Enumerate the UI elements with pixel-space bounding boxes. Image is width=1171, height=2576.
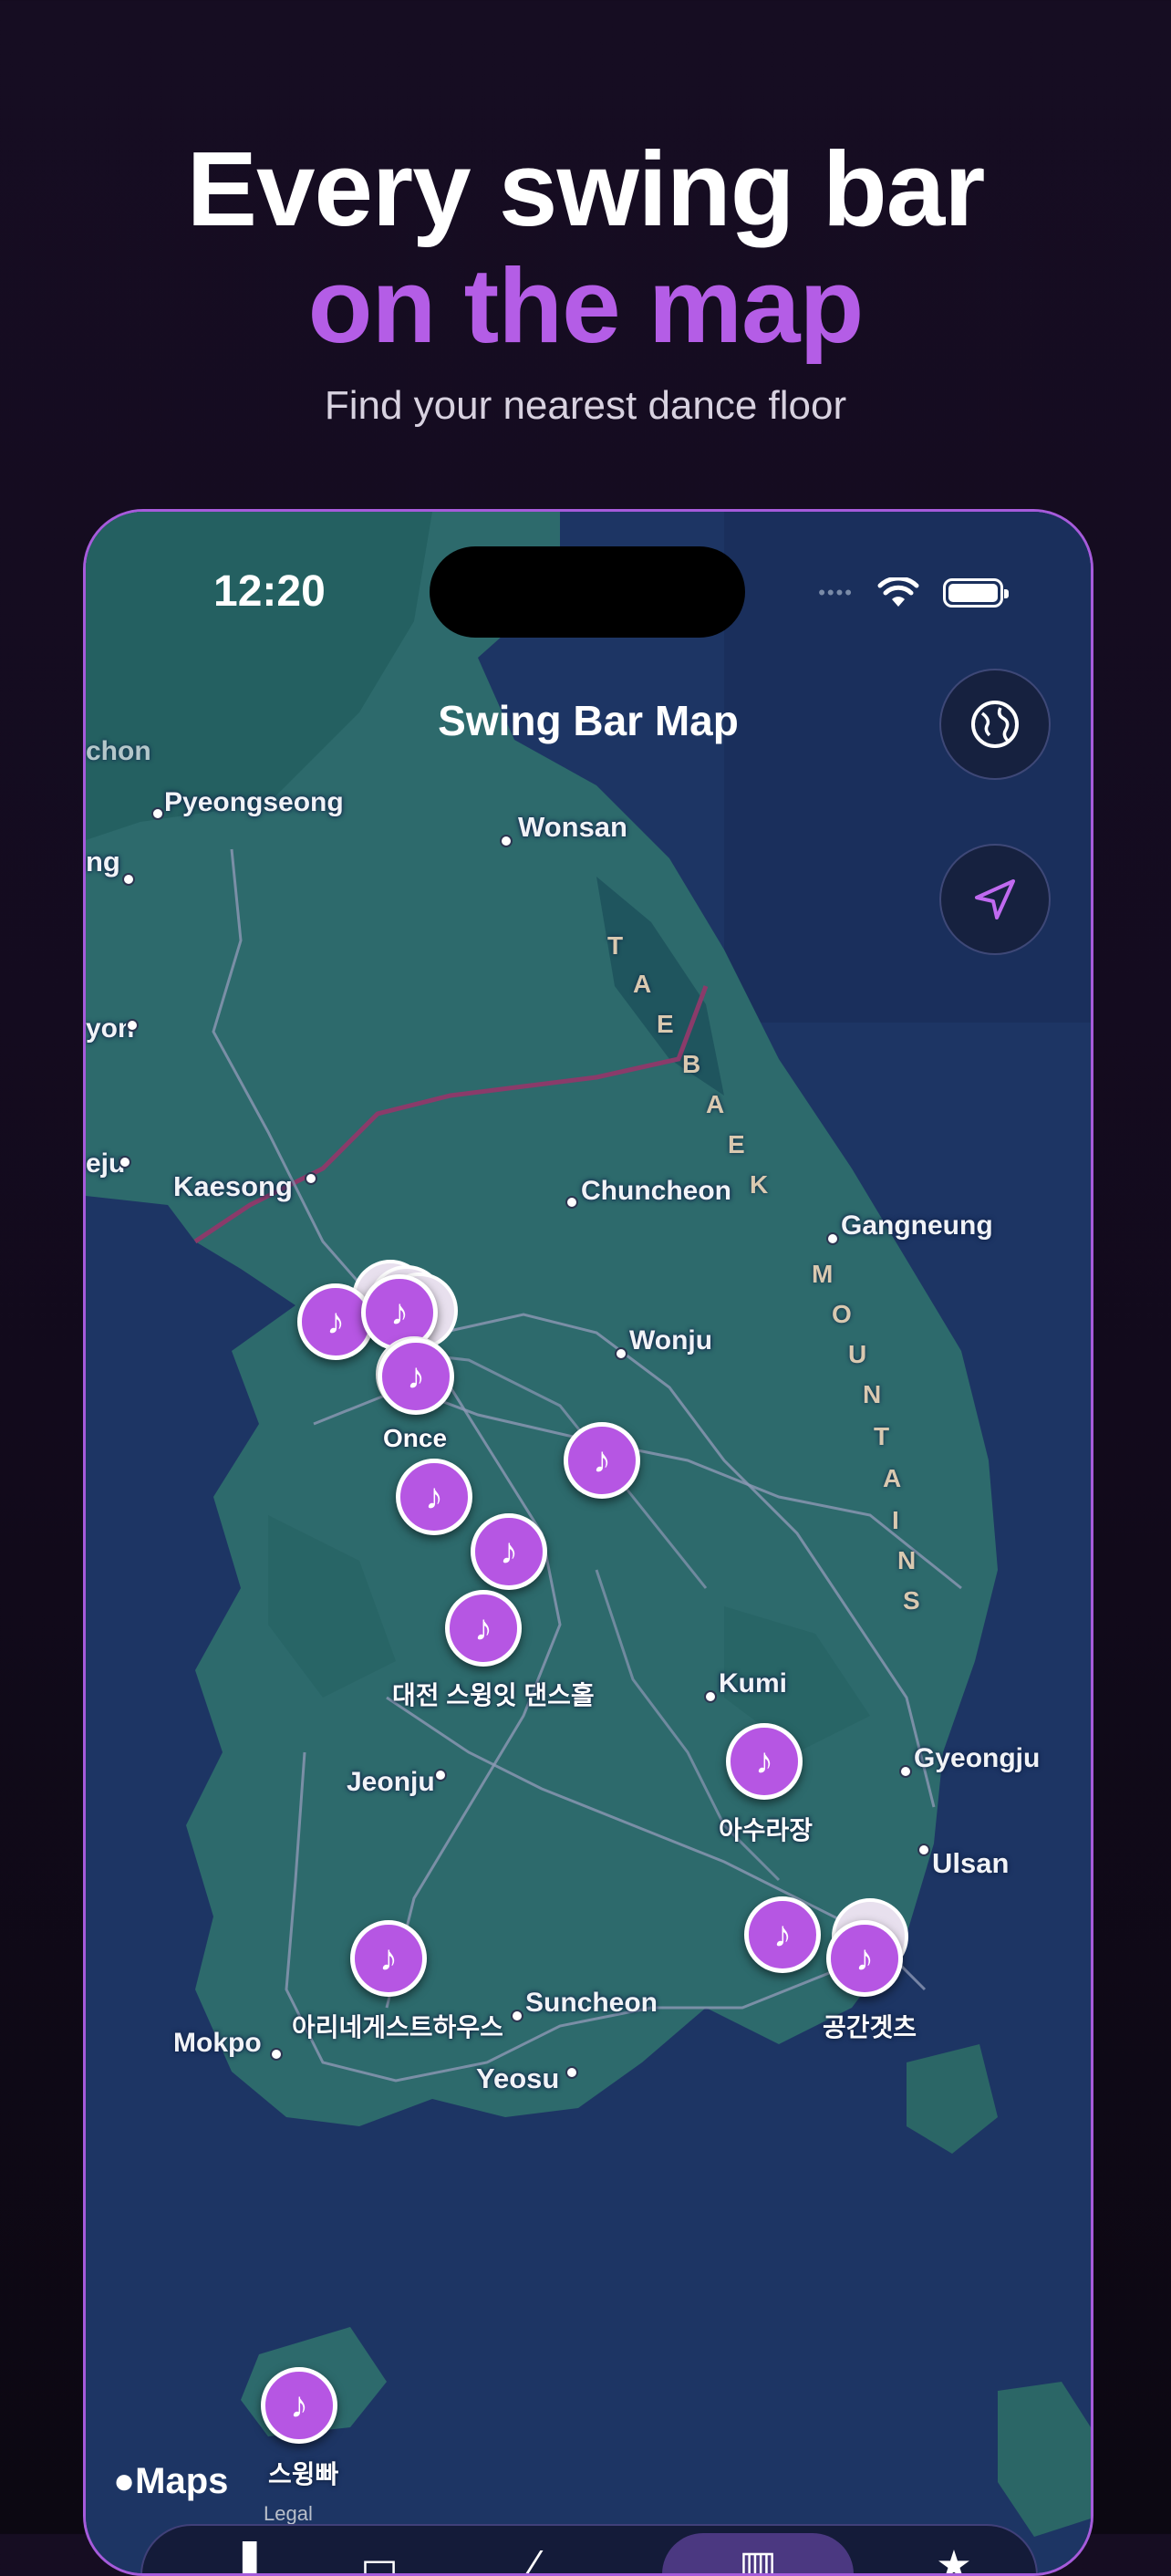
music-pin[interactable]: ♪ (445, 1590, 522, 1667)
location-arrow-icon (975, 879, 1015, 919)
status-time: 12:20 (213, 567, 326, 616)
music-pin[interactable]: ♪ (826, 1920, 903, 1997)
city-dot (122, 873, 135, 886)
mountain-letter: A (633, 970, 654, 998)
city-label: Kumi (719, 1668, 787, 1698)
mountain-letter: O (832, 1300, 854, 1328)
mountain-letter: A (706, 1090, 727, 1118)
wifi-icon (877, 577, 919, 607)
mountain-letter: I (892, 1506, 901, 1534)
subtitle: Find your nearest dance floor (324, 383, 847, 428)
current-location-button[interactable] (939, 844, 1051, 955)
tab-bar: ▐ ▭ ⁄ ▥ ★ (140, 2524, 1038, 2573)
signal-dots-icon: •••• (818, 581, 854, 604)
music-pin[interactable]: ♪ (378, 1338, 454, 1415)
city-dot (565, 1196, 578, 1209)
status-icons: •••• (818, 577, 1009, 608)
city-dot (126, 1019, 139, 1032)
globe-button[interactable] (939, 669, 1051, 780)
city-dot (119, 1156, 131, 1169)
mountain-letter: N (863, 1380, 884, 1408)
tab-calendar-icon[interactable]: ▭ (352, 2542, 407, 2573)
pin-label-arine: 아리네게스트하우스 (292, 2013, 503, 2041)
city-label: Mokpo (173, 2028, 262, 2058)
mountain-letter: T (874, 1422, 892, 1450)
pin-label-daejeon: 대전 스윙잇 댄스홀 (392, 1681, 595, 1709)
headline-line-2: on the map (307, 246, 865, 365)
city-label: ng (86, 846, 120, 878)
music-pin[interactable]: ♪ (744, 1896, 821, 1973)
tab-map-icon[interactable]: ▥ (731, 2542, 785, 2573)
city-label: Gangneung (841, 1210, 993, 1241)
tab-star-icon[interactable]: ★ (927, 2542, 981, 2573)
apple-logo-icon: ● (113, 2461, 136, 2501)
city-dot (899, 1765, 912, 1778)
mountain-letter: B (682, 1050, 703, 1078)
music-pin[interactable]: ♪ (350, 1920, 427, 1997)
city-dot (615, 1347, 627, 1360)
legal-link[interactable]: Legal (264, 2502, 313, 2526)
mountain-letter: E (657, 1010, 676, 1038)
city-dot (270, 2048, 283, 2061)
dynamic-island (430, 546, 745, 638)
mountain-letter: A (883, 1464, 904, 1492)
city-dot (151, 807, 164, 820)
mountain-letter: N (897, 1546, 918, 1574)
city-dot (500, 835, 513, 847)
tab-trend-icon[interactable]: ⁄ (507, 2542, 562, 2573)
pin-label-gonggan: 공간겟츠 (823, 2013, 917, 2041)
city-dot (305, 1172, 317, 1185)
city-label: Jeonju (347, 1767, 435, 1797)
city-label: Wonsan (518, 811, 627, 843)
music-pin[interactable]: ♪ (396, 1459, 472, 1535)
city-label: Chuncheon (581, 1176, 731, 1206)
music-pin[interactable]: ♪ (726, 1723, 803, 1800)
battery-icon (943, 578, 1009, 608)
mountain-letter: S (903, 1586, 922, 1615)
city-label: Kaesong (173, 1170, 293, 1202)
pin-label-once: Once (383, 1424, 448, 1452)
mountain-letter: E (728, 1130, 747, 1158)
globe-icon (971, 701, 1019, 748)
city-dot (511, 2010, 523, 2022)
city-label: Suncheon (525, 1988, 658, 2018)
city-dot (434, 1769, 447, 1781)
mountain-letter: U (848, 1340, 869, 1368)
music-pin[interactable]: ♪ (564, 1422, 640, 1499)
city-label: Gyeongju (914, 1743, 1041, 1773)
music-pin[interactable]: ♪ (261, 2367, 337, 2444)
phone-screen: chon Pyeongseong Wonsan ng yon eju Kaeso… (83, 509, 1093, 2576)
music-pin[interactable]: ♪ (471, 1513, 547, 1590)
city-label: Ulsan (932, 1847, 1010, 1879)
tab-chart-icon[interactable]: ▐ (215, 2542, 270, 2573)
mountain-letter: K (750, 1170, 771, 1199)
pin-label-jeju: 스윙빠 (268, 2460, 339, 2488)
apple-maps-logo: ●Maps (113, 2461, 229, 2501)
pin-label-asura: 아수라장 (719, 1816, 813, 1844)
city-dot (917, 1844, 930, 1856)
city-label: Wonju (629, 1325, 713, 1356)
mountain-letter: T (607, 931, 626, 960)
city-dot (826, 1232, 839, 1245)
mountain-letter: M (812, 1260, 835, 1288)
city-label: Pyeongseong (164, 787, 344, 817)
city-label: Yeosu (476, 2062, 560, 2094)
city-dot (704, 1690, 717, 1703)
city-dot (565, 2066, 578, 2079)
headline-line-1: Every swing bar (186, 130, 986, 248)
